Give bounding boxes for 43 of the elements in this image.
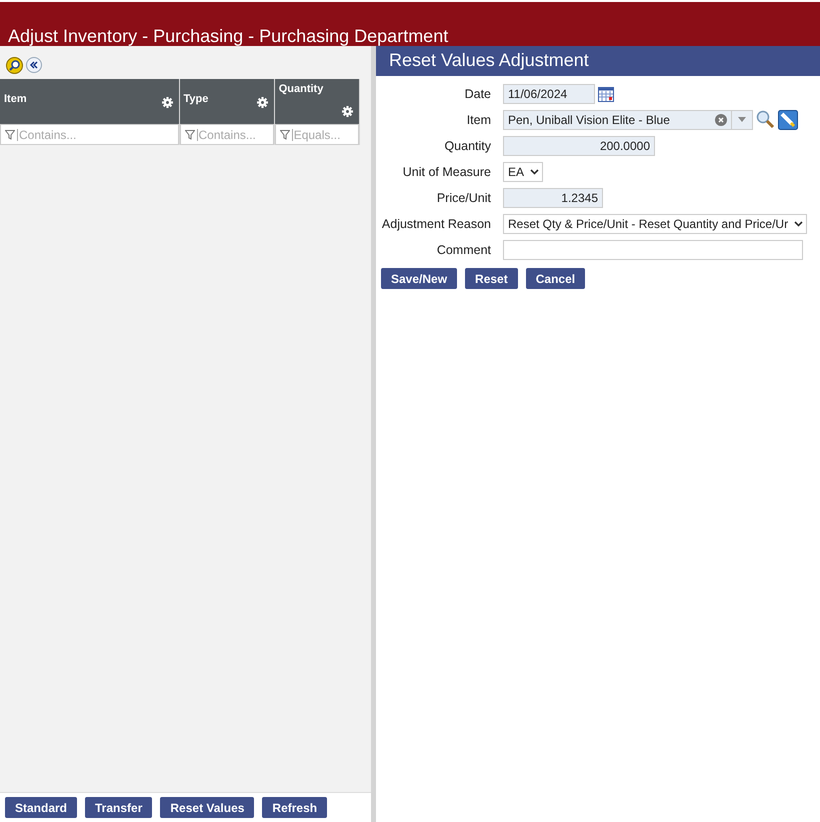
- settings-icon[interactable]: [256, 97, 268, 108]
- filter-field[interactable]: Contains...: [0, 124, 178, 145]
- filter-icon[interactable]: [280, 130, 290, 140]
- settings-icon[interactable]: [162, 97, 172, 108]
- calendar-icon[interactable]: [598, 86, 614, 102]
- toolbar-button[interactable]: Reset Values: [160, 797, 254, 818]
- filter-icon[interactable]: [184, 130, 194, 140]
- date-field[interactable]: 11/06/2024: [503, 84, 595, 104]
- settings-icon[interactable]: [342, 106, 353, 117]
- field-label: Quantity: [443, 138, 491, 152]
- column-header[interactable]: Quantity: [274, 79, 359, 124]
- form-button[interactable]: Save/New: [381, 268, 458, 289]
- select-field[interactable]: Reset Qty & Price/Unit - Reset Quantity and Price/Ur: [503, 214, 808, 234]
- clear-icon[interactable]: [715, 114, 727, 126]
- number-field[interactable]: 1.2345: [503, 188, 603, 208]
- form-button[interactable]: Reset: [465, 268, 518, 289]
- collapse-icon[interactable]: [26, 57, 42, 73]
- field-label: Adjustment Reason: [380, 216, 491, 230]
- select-field[interactable]: EA: [503, 162, 544, 182]
- filter-field[interactable]: Equals...: [274, 124, 359, 145]
- column-header[interactable]: Item: [0, 79, 178, 124]
- search-icon[interactable]: [6, 57, 23, 74]
- toolbar-button[interactable]: Refresh: [262, 797, 328, 818]
- filter-icon[interactable]: [5, 130, 15, 140]
- panel-title: Reset Values Adjustment: [376, 46, 820, 76]
- dropdown-icon[interactable]: [530, 168, 540, 174]
- form-button[interactable]: Cancel: [526, 268, 586, 289]
- item-combo[interactable]: Pen, Uniball Vision Elite - Blue: [503, 110, 753, 130]
- window-title: Adjust Inventory - Purchasing - Purchasing Department: [8, 26, 448, 46]
- toolbar-button[interactable]: Transfer: [85, 797, 152, 818]
- field-label: Price/Unit: [436, 190, 491, 204]
- field-label: Comment: [436, 242, 491, 256]
- search-icon[interactable]: [756, 110, 775, 129]
- toolbar-button[interactable]: Standard: [5, 797, 78, 818]
- comment-field[interactable]: [503, 240, 803, 260]
- column-header[interactable]: Type: [180, 79, 274, 124]
- field-label: Unit of Measure: [402, 164, 491, 178]
- filter-field[interactable]: Contains...: [180, 124, 274, 145]
- pen-icon[interactable]: [778, 110, 798, 130]
- number-field[interactable]: 200.0000: [503, 136, 655, 156]
- field-label: Item: [466, 112, 491, 126]
- dropdown-icon[interactable]: [794, 220, 804, 226]
- field-label: Date: [464, 86, 491, 100]
